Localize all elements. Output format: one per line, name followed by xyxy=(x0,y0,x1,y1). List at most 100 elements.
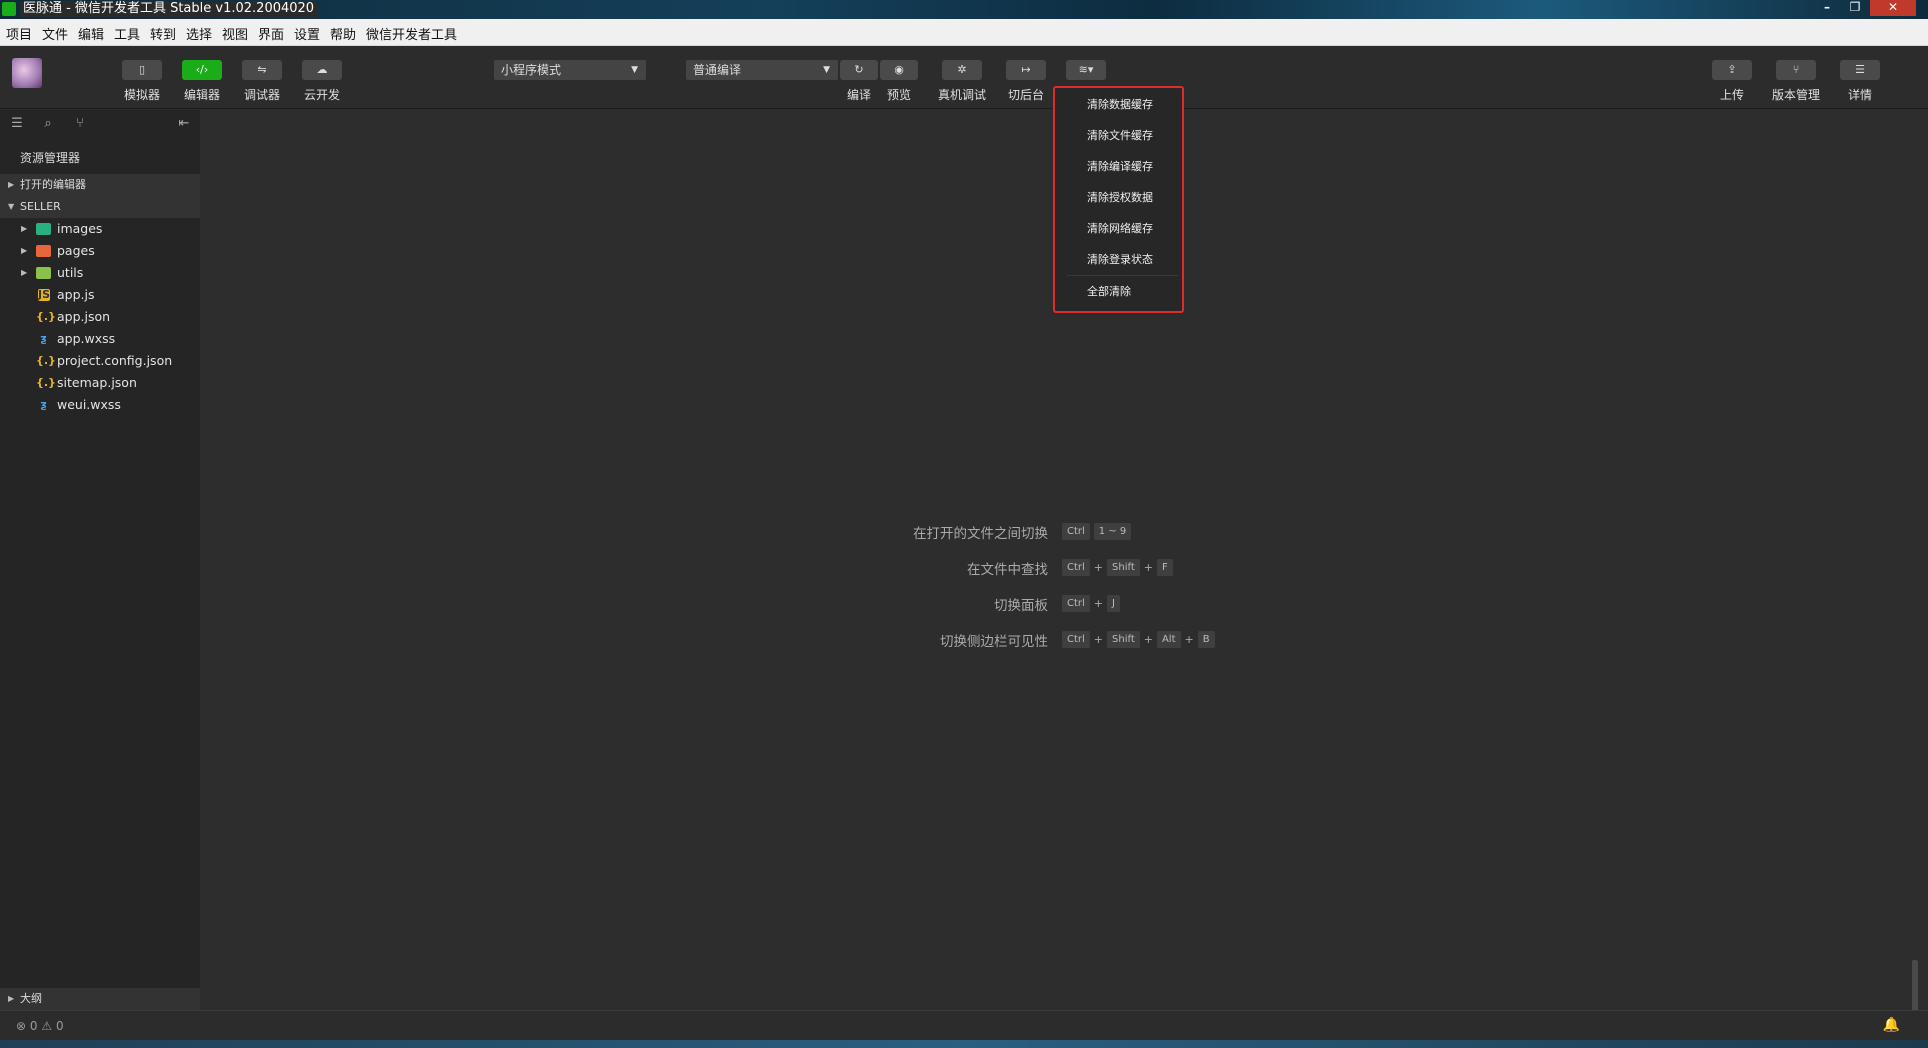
scrollbar[interactable] xyxy=(1912,960,1918,1012)
menu-view[interactable]: 视图 xyxy=(222,24,248,43)
clear-login-state-item[interactable]: 清除登录状态 xyxy=(1087,251,1153,267)
key-badge: Ctrl xyxy=(1062,631,1090,648)
switch-background-icon[interactable]: ↦ xyxy=(1006,60,1046,80)
clear-all-item[interactable]: 全部清除 xyxy=(1087,283,1131,299)
plus-separator: + xyxy=(1093,633,1104,646)
bell-icon[interactable]: 🔔 xyxy=(1883,1017,1900,1033)
menu-select[interactable]: 选择 xyxy=(186,24,212,43)
version-control-icon[interactable]: ⑂ xyxy=(1776,60,1816,80)
menu-divider xyxy=(1067,275,1178,276)
menu-help[interactable]: 帮助 xyxy=(330,24,356,43)
sidebar-toolbar: ☰ ⌕ ⑂ ⇤ xyxy=(0,110,200,138)
refresh-icon[interactable]: ↻ xyxy=(840,60,878,80)
clear-file-cache-item[interactable]: 清除文件缓存 xyxy=(1087,127,1153,143)
outline-label: 大纲 xyxy=(20,992,42,1005)
close-button[interactable]: ✕ xyxy=(1870,0,1916,16)
json-icon: {.} xyxy=(36,354,56,367)
tree-item-utils[interactable]: ▶ utils xyxy=(0,262,200,284)
compile-select[interactable]: 普通编译 ▼ xyxy=(686,60,838,80)
tree-item-sitemap[interactable]: {.} sitemap.json xyxy=(0,372,200,394)
warning-icon: ⚠ xyxy=(41,1019,53,1033)
menu-bar: 项目 文件 编辑 工具 转到 选择 视图 界面 设置 帮助 微信开发者工具 xyxy=(0,19,1928,46)
hint-label: 在文件中查找 xyxy=(967,562,1048,578)
menu-lines-icon[interactable]: ☰ xyxy=(1840,60,1880,80)
status-bar: ⊗ 0 ⚠ 0 🔔 xyxy=(0,1010,1928,1040)
explorer-sidebar: ☰ ⌕ ⑂ ⇤ 资源管理器 ▶ 打开的编辑器 ▼ SELLER ▶ images… xyxy=(0,110,200,1010)
json-icon: {.} xyxy=(36,310,56,323)
hint-keys: Ctrl + Shift + F xyxy=(1062,559,1173,576)
title-bar: 医脉通 - 微信开发者工具 Stable v1.02.2004020 – ❐ ✕ xyxy=(0,0,1928,19)
menu-wechat-devtools[interactable]: 微信开发者工具 xyxy=(366,24,457,43)
restore-button[interactable]: ❐ xyxy=(1842,0,1868,16)
menu-tools[interactable]: 工具 xyxy=(114,24,140,43)
phone-icon[interactable]: ▯ xyxy=(122,60,162,80)
debugger-icon[interactable]: ⇋ xyxy=(242,60,282,80)
cloud-icon[interactable]: ☁ xyxy=(302,60,342,80)
project-section[interactable]: ▼ SELLER xyxy=(0,196,200,218)
compile-label: 编译 xyxy=(846,88,871,102)
tree-item-app-js[interactable]: JS app.js xyxy=(0,284,200,306)
clear-compile-cache-item[interactable]: 清除编译缓存 xyxy=(1087,158,1153,174)
key-badge: Ctrl xyxy=(1062,595,1090,612)
tree-item-pages[interactable]: ▶ pages xyxy=(0,240,200,262)
open-editors-section[interactable]: ▶ 打开的编辑器 xyxy=(0,174,200,196)
real-debug-label: 真机调试 xyxy=(937,88,986,102)
tree-item-images[interactable]: ▶ images xyxy=(0,218,200,240)
code-icon[interactable]: ‹/› xyxy=(182,60,222,80)
chevron-right-icon: ▶ xyxy=(21,224,28,233)
branch-icon[interactable]: ⑂ xyxy=(72,117,88,131)
menu-goto[interactable]: 转到 xyxy=(150,24,176,43)
menu-file[interactable]: 文件 xyxy=(42,24,68,43)
folder-icon xyxy=(36,245,51,257)
chevron-right-icon: ▶ xyxy=(21,268,28,277)
hint-row: 切换侧边栏可见性 Ctrl + Shift + Alt + B xyxy=(800,630,1400,650)
explorer-title: 资源管理器 xyxy=(20,151,81,165)
tree-item-label: pages xyxy=(57,243,95,258)
key-badge: Ctrl xyxy=(1062,523,1090,540)
mode-select[interactable]: 小程序模式 ▼ xyxy=(494,60,646,80)
tree-item-label: app.js xyxy=(57,287,95,302)
chevron-down-icon: ▼ xyxy=(8,202,15,211)
key-badge: Shift xyxy=(1107,631,1140,648)
caret-down-icon: ▼ xyxy=(631,65,638,75)
clear-auth-data-item[interactable]: 清除授权数据 xyxy=(1087,189,1153,205)
clear-data-cache-item[interactable]: 清除数据缓存 xyxy=(1087,96,1153,112)
layers-icon[interactable]: ≋▾ xyxy=(1066,60,1106,80)
key-badge: J xyxy=(1107,595,1120,612)
tree-item-label: images xyxy=(57,221,103,236)
avatar[interactable] xyxy=(12,58,42,88)
menu-interface[interactable]: 界面 xyxy=(258,24,284,43)
tree-item-weui-wxss[interactable]: ƺ weui.wxss xyxy=(0,394,200,416)
error-count: 0 xyxy=(29,1019,38,1033)
background-label: 切后台 xyxy=(1007,88,1044,102)
tree-item-app-wxss[interactable]: ƺ app.wxss xyxy=(0,328,200,350)
outline-section[interactable]: ▶ 大纲 xyxy=(0,988,200,1010)
collapse-sidebar-icon[interactable]: ⇤ xyxy=(176,117,192,131)
chevron-right-icon: ▶ xyxy=(8,994,15,1003)
minimize-button[interactable]: – xyxy=(1814,0,1840,16)
compile-select-value: 普通编译 xyxy=(693,63,742,77)
hint-keys: Ctrl + Shift + Alt + B xyxy=(1062,631,1215,648)
search-icon[interactable]: ⌕ xyxy=(40,117,56,131)
hint-label: 在打开的文件之间切换 xyxy=(913,526,1048,542)
caret-down-icon: ▼ xyxy=(823,65,830,75)
menu-project[interactable]: 项目 xyxy=(6,24,32,43)
tree-item-project-config[interactable]: {.} project.config.json xyxy=(0,350,200,372)
cloud-label: 云开发 xyxy=(303,88,340,102)
project-label: SELLER xyxy=(20,200,61,213)
menu-settings[interactable]: 设置 xyxy=(294,24,320,43)
tree-item-label: sitemap.json xyxy=(57,375,137,390)
chevron-right-icon: ▶ xyxy=(8,180,15,189)
problems-indicator[interactable]: ⊗ 0 ⚠ 0 xyxy=(16,1019,64,1033)
eye-icon[interactable]: ◉ xyxy=(880,60,918,80)
upload-icon[interactable]: ⇪ xyxy=(1712,60,1752,80)
bug-icon[interactable]: ✲ xyxy=(942,60,982,80)
menu-edit[interactable]: 编辑 xyxy=(78,24,104,43)
key-badge: Alt xyxy=(1156,631,1181,648)
editor-label: 编辑器 xyxy=(183,88,220,102)
clear-network-cache-item[interactable]: 清除网络缓存 xyxy=(1087,220,1153,236)
key-badge: Shift xyxy=(1107,559,1140,576)
json-icon: {.} xyxy=(36,376,56,389)
tree-item-app-json[interactable]: {.} app.json xyxy=(0,306,200,328)
list-icon[interactable]: ☰ xyxy=(9,117,25,131)
